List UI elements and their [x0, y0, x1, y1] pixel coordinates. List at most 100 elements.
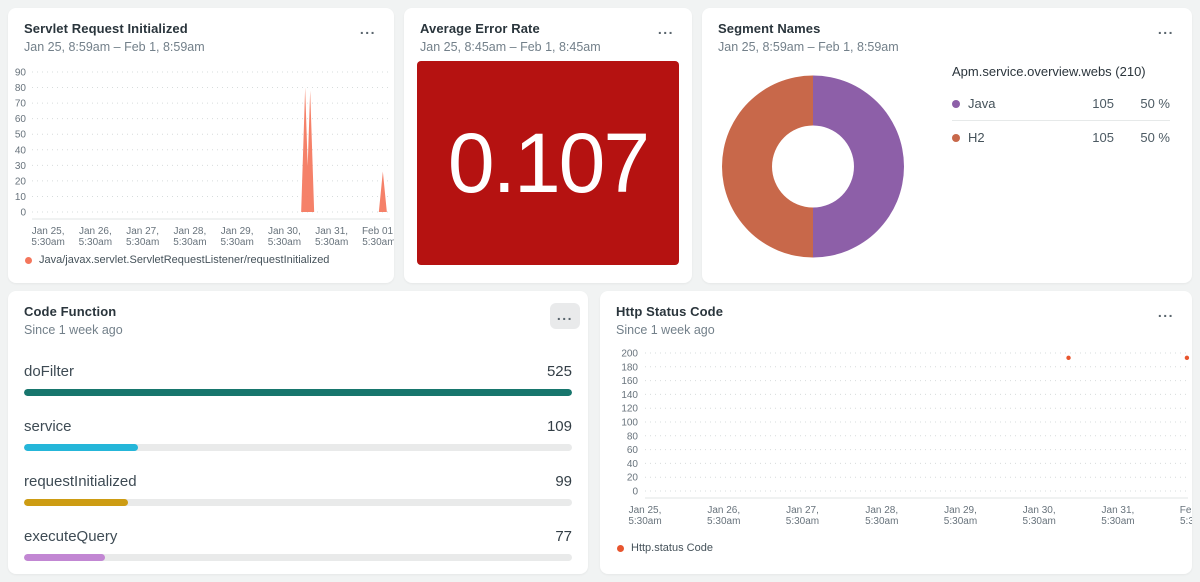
y-axis-tick-label: 160 — [621, 376, 638, 387]
x-axis-tick-label: 5:30am — [315, 237, 348, 248]
x-axis-tick-label: Jan 28, — [173, 226, 206, 237]
y-axis-tick-label: 200 — [621, 349, 638, 360]
widget-title: Average Error Rate — [420, 21, 676, 36]
widget-title: Servlet Request Initialized — [24, 21, 378, 36]
x-axis-tick-label: Jan 27, — [126, 226, 159, 237]
x-axis-tick-label: Feb 01, — [1180, 505, 1192, 516]
donut-chart — [720, 75, 906, 258]
x-axis-tick-label: 5:30am — [1180, 516, 1192, 527]
legend-percent: 50 % — [1114, 96, 1170, 111]
y-axis-tick-label: 40 — [15, 145, 27, 156]
bar-track — [24, 444, 572, 451]
x-axis-tick-label: 5:30am — [1101, 516, 1134, 527]
y-axis-tick-label: 50 — [15, 130, 27, 141]
ellipsis-icon: ... — [360, 21, 376, 37]
y-axis-tick-label: 40 — [627, 459, 639, 470]
chart-legend: Http.status Code — [600, 542, 1192, 554]
y-axis-tick-label: 0 — [20, 208, 26, 219]
series-dot-icon — [617, 545, 624, 552]
x-axis-tick-label: Jan 26, — [707, 505, 740, 516]
y-axis-tick-label: 90 — [15, 68, 27, 79]
x-axis-tick-label: Jan 29, — [944, 505, 977, 516]
x-axis-tick-label: 5:30am — [31, 237, 64, 248]
ellipsis-menu-button[interactable]: ... — [356, 22, 380, 36]
x-axis-tick-label: 5:30am — [1023, 516, 1056, 527]
series-legend-label: Http.status Code — [631, 542, 713, 554]
x-axis-tick-label: Jan 28, — [865, 505, 898, 516]
area-chart: 0102030405060708090Jan 25,5:30amJan 26,5… — [8, 56, 394, 252]
legend-value: 105 — [1056, 130, 1114, 145]
legend-row-h2: H210550 % — [952, 121, 1170, 154]
bar-track — [24, 554, 572, 561]
widget-time-range: Jan 25, 8:59am – Feb 1, 8:59am — [24, 40, 378, 54]
y-axis-tick-label: 80 — [627, 431, 639, 442]
y-axis-tick-label: 30 — [15, 161, 27, 172]
chart-legend: Java/javax.servlet.ServletRequestListene… — [8, 254, 394, 266]
legend-value: 105 — [1056, 96, 1114, 111]
bar-track — [24, 499, 572, 506]
bar-label: executeQuery — [24, 528, 117, 545]
pie-slice-h2 — [722, 76, 813, 258]
bar-row-executequery: executeQuery 77 — [24, 528, 572, 561]
series-area-spikes — [301, 88, 387, 212]
bar-value: 109 — [547, 418, 572, 435]
donut-legend-table: Apm.service.overview.webs (210) Java1055… — [952, 64, 1170, 154]
bar-fill — [24, 499, 128, 506]
ellipsis-menu-button[interactable]: ... — [550, 303, 580, 329]
x-axis-tick-label: 5:30am — [268, 237, 301, 248]
bar-label: doFilter — [24, 363, 74, 380]
y-axis-tick-label: 0 — [632, 487, 638, 498]
y-axis-tick-label: 60 — [627, 445, 639, 456]
ellipsis-icon: ... — [557, 307, 573, 323]
y-axis-tick-label: 100 — [621, 418, 638, 429]
bar-row-requestinitialized: requestInitialized99 — [24, 473, 572, 506]
legend-label: Java — [968, 96, 1056, 111]
widget-average-error-rate: Average Error Rate Jan 25, 8:45am – Feb … — [404, 8, 692, 283]
x-axis-tick-label: Jan 31, — [315, 226, 348, 237]
series-dot-icon — [952, 100, 960, 108]
data-point — [1066, 356, 1070, 360]
x-axis-tick-label: Jan 26, — [79, 226, 112, 237]
widget-header: Average Error Rate Jan 25, 8:45am – Feb … — [404, 8, 692, 54]
y-axis-tick-label: 120 — [621, 404, 638, 415]
widget-header: Http Status Code Since 1 week ago ... — [600, 291, 1192, 337]
bar-fill — [24, 389, 572, 396]
legend-percent: 50 % — [1114, 130, 1170, 145]
x-axis-tick-label: 5:30am — [865, 516, 898, 527]
x-axis-tick-label: 5:30am — [628, 516, 661, 527]
x-axis-tick-label: Jan 30, — [268, 226, 301, 237]
x-axis-tick-label: Jan 30, — [1023, 505, 1056, 516]
pie-slice-java — [813, 76, 904, 258]
widget-header: Servlet Request Initialized Jan 25, 8:59… — [8, 8, 394, 54]
bar-value: 99 — [555, 473, 572, 490]
x-axis-tick-label: 5:30am — [362, 237, 394, 248]
y-axis-tick-label: 140 — [621, 390, 638, 401]
bar-label: service — [24, 418, 72, 435]
bar-fill — [24, 554, 105, 561]
bar-track — [24, 389, 572, 396]
ellipsis-menu-button[interactable]: ... — [1154, 305, 1178, 319]
legend-label: H2 — [968, 130, 1056, 145]
data-point — [1185, 356, 1189, 360]
x-axis-tick-label: 5:30am — [786, 516, 819, 527]
widget-http-status-code: Http Status Code Since 1 week ago ... 0 2… — [600, 291, 1192, 574]
y-axis-tick-label: 80 — [15, 83, 27, 94]
widget-time-range: Since 1 week ago — [24, 323, 572, 337]
x-axis-tick-label: Jan 27, — [786, 505, 819, 516]
widget-time-range: Jan 25, 8:45am – Feb 1, 8:45am — [420, 40, 676, 54]
x-axis-tick-label: Jan 25, — [32, 226, 65, 237]
y-axis-tick-label: 10 — [15, 192, 27, 203]
series-dot-icon — [952, 134, 960, 142]
bar-value: 77 — [555, 528, 572, 545]
series-legend-label: Java/javax.servlet.ServletRequestListene… — [39, 254, 329, 266]
legend-table-title: Apm.service.overview.webs (210) — [952, 64, 1170, 79]
bar-list: doFilter525service109requestInitialized9… — [8, 363, 588, 561]
ellipsis-menu-button[interactable]: ... — [1154, 22, 1178, 36]
series-dot-icon — [25, 257, 32, 264]
widget-code-function: Code Function Since 1 week ago ... doFil… — [8, 291, 588, 574]
y-axis-tick-label: 20 — [627, 473, 639, 484]
x-axis-tick-label: 5:30am — [220, 237, 253, 248]
widget-servlet-request-initialized: Servlet Request Initialized Jan 25, 8:59… — [8, 8, 394, 283]
x-axis-tick-label: Feb 01, — [362, 226, 394, 237]
ellipsis-menu-button[interactable]: ... — [654, 22, 678, 36]
